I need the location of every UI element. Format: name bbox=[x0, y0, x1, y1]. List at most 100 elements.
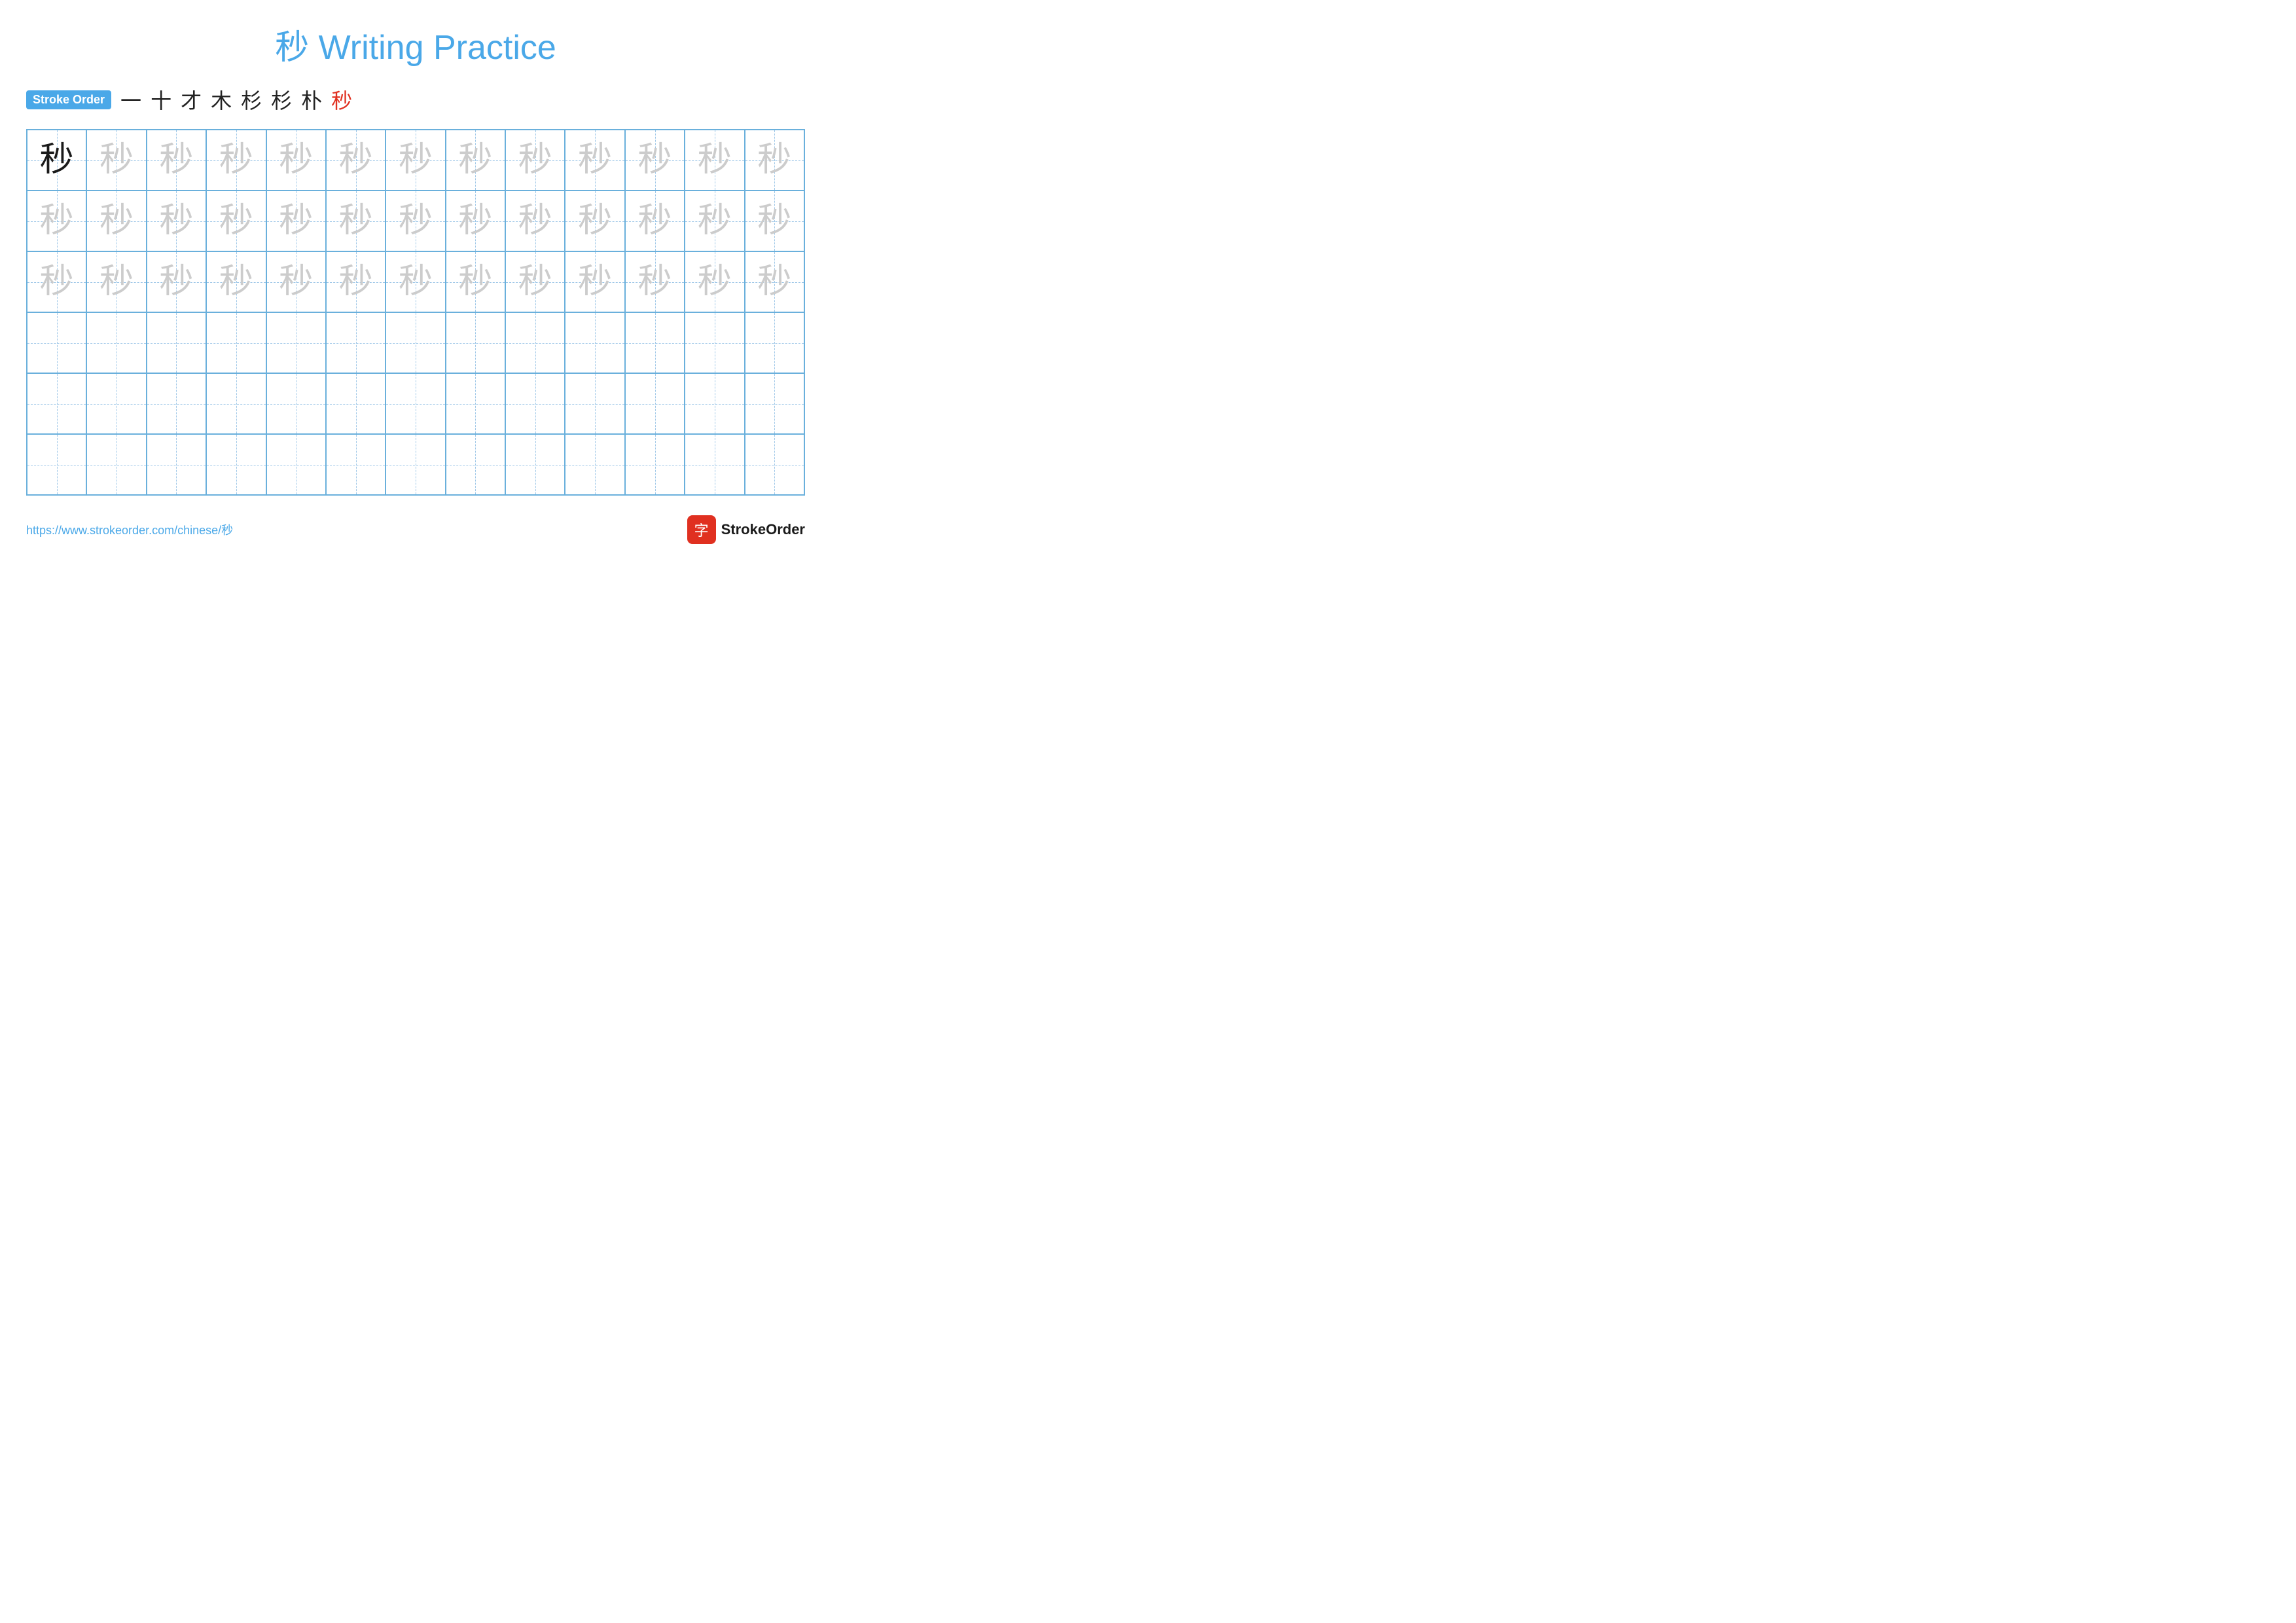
grid-cell[interactable]: 秒 bbox=[326, 130, 386, 191]
grid-cell[interactable]: 秒 bbox=[27, 191, 86, 251]
grid-cell[interactable]: 秒 bbox=[386, 191, 445, 251]
grid-cell[interactable] bbox=[266, 373, 326, 434]
grid-cell[interactable] bbox=[565, 373, 624, 434]
char-ghost: 秒 bbox=[159, 204, 193, 238]
grid-cell[interactable]: 秒 bbox=[565, 130, 624, 191]
grid-cell[interactable] bbox=[206, 312, 266, 373]
grid-cell[interactable]: 秒 bbox=[745, 251, 804, 312]
grid-cell[interactable]: 秒 bbox=[147, 130, 206, 191]
grid-cell[interactable] bbox=[625, 434, 685, 495]
grid-cell[interactable]: 秒 bbox=[565, 251, 624, 312]
char-ghost: 秒 bbox=[159, 143, 193, 177]
grid-cell[interactable] bbox=[565, 312, 624, 373]
grid-cell[interactable]: 秒 bbox=[326, 191, 386, 251]
grid-cell[interactable]: 秒 bbox=[206, 251, 266, 312]
grid-cell[interactable] bbox=[446, 434, 505, 495]
grid-cell[interactable] bbox=[326, 373, 386, 434]
grid-cell[interactable] bbox=[505, 312, 565, 373]
grid-cell[interactable]: 秒 bbox=[565, 191, 624, 251]
grid-cell[interactable] bbox=[266, 434, 326, 495]
grid-cell[interactable] bbox=[147, 434, 206, 495]
grid-cell[interactable]: 秒 bbox=[266, 191, 326, 251]
grid-cell[interactable] bbox=[147, 373, 206, 434]
grid-cell[interactable]: 秒 bbox=[505, 191, 565, 251]
grid-cell[interactable] bbox=[266, 312, 326, 373]
grid-cell[interactable]: 秒 bbox=[745, 130, 804, 191]
grid-cell[interactable] bbox=[505, 434, 565, 495]
grid-cell[interactable] bbox=[446, 373, 505, 434]
grid-cell[interactable] bbox=[625, 312, 685, 373]
grid-cell[interactable]: 秒 bbox=[625, 191, 685, 251]
grid-cell[interactable] bbox=[326, 434, 386, 495]
grid-cell[interactable] bbox=[446, 312, 505, 373]
grid-cell[interactable] bbox=[386, 373, 445, 434]
grid-cell[interactable]: 秒 bbox=[685, 130, 744, 191]
grid-cell[interactable] bbox=[685, 373, 744, 434]
grid-cell[interactable]: 秒 bbox=[505, 130, 565, 191]
grid-cell[interactable]: 秒 bbox=[86, 251, 146, 312]
grid-cell[interactable] bbox=[206, 434, 266, 495]
grid-cell[interactable] bbox=[685, 312, 744, 373]
char-ghost: 秒 bbox=[638, 265, 672, 299]
grid-cell[interactable]: 秒 bbox=[206, 130, 266, 191]
grid-cell[interactable]: 秒 bbox=[266, 130, 326, 191]
grid-cell[interactable]: 秒 bbox=[446, 251, 505, 312]
grid-cell[interactable] bbox=[685, 434, 744, 495]
grid-cell[interactable] bbox=[745, 434, 804, 495]
grid-cell[interactable] bbox=[27, 312, 86, 373]
char-ghost: 秒 bbox=[99, 143, 134, 177]
grid-cell[interactable]: 秒 bbox=[147, 191, 206, 251]
char-ghost: 秒 bbox=[757, 143, 791, 177]
grid-cell[interactable] bbox=[27, 434, 86, 495]
stroke-step-1: 一 bbox=[120, 84, 141, 115]
grid-cell[interactable]: 秒 bbox=[86, 191, 146, 251]
stroke-step-6: 杉 bbox=[271, 84, 292, 115]
char-ghost: 秒 bbox=[279, 204, 313, 238]
grid-cell[interactable]: 秒 bbox=[745, 191, 804, 251]
char-ghost: 秒 bbox=[518, 204, 552, 238]
grid-cell[interactable] bbox=[745, 312, 804, 373]
stroke-order-row: Stroke Order 一 十 才 木 杉 杉 朴 秒 bbox=[26, 84, 805, 115]
grid-cell[interactable]: 秒 bbox=[86, 130, 146, 191]
char-ghost: 秒 bbox=[698, 265, 732, 299]
stroke-step-7: 朴 bbox=[301, 84, 322, 115]
grid-cell[interactable]: 秒 bbox=[386, 251, 445, 312]
grid-cell[interactable] bbox=[565, 434, 624, 495]
grid-cell[interactable]: 秒 bbox=[685, 251, 744, 312]
stroke-step-2: 十 bbox=[151, 84, 171, 115]
grid-cell[interactable] bbox=[745, 373, 804, 434]
char-ghost: 秒 bbox=[698, 143, 732, 177]
char-ghost: 秒 bbox=[638, 204, 672, 238]
grid-cell[interactable]: 秒 bbox=[266, 251, 326, 312]
char-ghost: 秒 bbox=[279, 265, 313, 299]
grid-cell[interactable]: 秒 bbox=[625, 130, 685, 191]
grid-cell[interactable] bbox=[86, 434, 146, 495]
grid-cell[interactable] bbox=[386, 312, 445, 373]
grid-cell[interactable] bbox=[147, 312, 206, 373]
grid-cell[interactable] bbox=[86, 312, 146, 373]
grid-cell[interactable]: 秒 bbox=[147, 251, 206, 312]
grid-cell[interactable] bbox=[27, 373, 86, 434]
grid-cell[interactable]: 秒 bbox=[446, 130, 505, 191]
grid-cell[interactable] bbox=[625, 373, 685, 434]
grid-cell[interactable] bbox=[206, 373, 266, 434]
grid-cell[interactable] bbox=[86, 373, 146, 434]
grid-cell[interactable]: 秒 bbox=[505, 251, 565, 312]
char-ghost: 秒 bbox=[399, 204, 433, 238]
grid-cell[interactable] bbox=[386, 434, 445, 495]
grid-cell[interactable]: 秒 bbox=[446, 191, 505, 251]
grid-cell[interactable]: 秒 bbox=[386, 130, 445, 191]
char-solid: 秒 bbox=[40, 143, 74, 177]
grid-cell[interactable] bbox=[505, 373, 565, 434]
grid-cell[interactable]: 秒 bbox=[326, 251, 386, 312]
char-ghost: 秒 bbox=[219, 265, 253, 299]
grid-cell[interactable]: 秒 bbox=[206, 191, 266, 251]
grid-cell[interactable]: 秒 bbox=[685, 191, 744, 251]
char-ghost: 秒 bbox=[159, 265, 193, 299]
grid-cell[interactable]: 秒 bbox=[27, 130, 86, 191]
stroke-step-5: 杉 bbox=[241, 84, 262, 115]
footer-url: https://www.strokeorder.com/chinese/秒 bbox=[26, 521, 233, 538]
grid-cell[interactable]: 秒 bbox=[625, 251, 685, 312]
grid-cell[interactable]: 秒 bbox=[27, 251, 86, 312]
grid-cell[interactable] bbox=[326, 312, 386, 373]
